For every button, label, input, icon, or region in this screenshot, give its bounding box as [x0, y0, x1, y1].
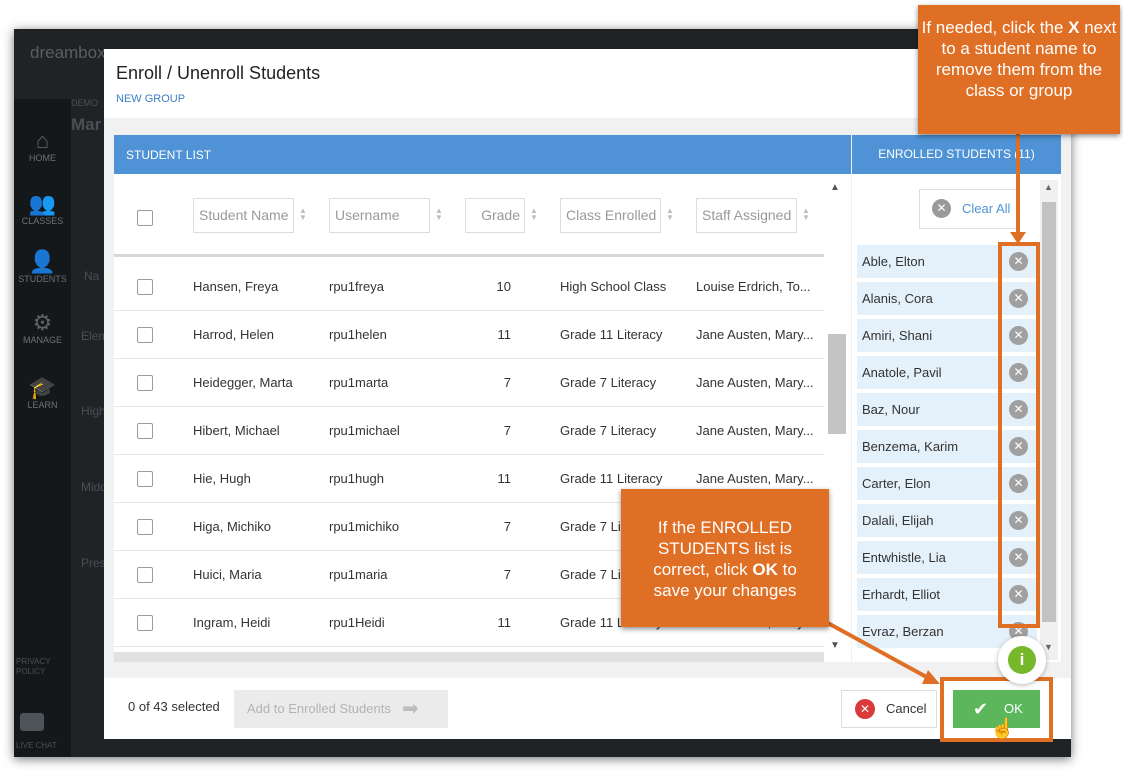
- info-button[interactable]: i: [998, 636, 1046, 684]
- callout-text: If needed, click the: [921, 18, 1064, 37]
- callout-bold: OK: [752, 560, 778, 579]
- hand-cursor-icon: ☝: [990, 718, 1015, 740]
- remove-x-highlight: [998, 242, 1040, 628]
- callout-bold: X: [1068, 18, 1080, 37]
- info-icon: i: [1008, 646, 1036, 674]
- arrow-line: [825, 620, 933, 682]
- ok-tip-callout: If the ENROLLED STUDENTS list is correct…: [621, 489, 829, 627]
- remove-tip-callout: If needed, click the X next to a student…: [918, 5, 1120, 134]
